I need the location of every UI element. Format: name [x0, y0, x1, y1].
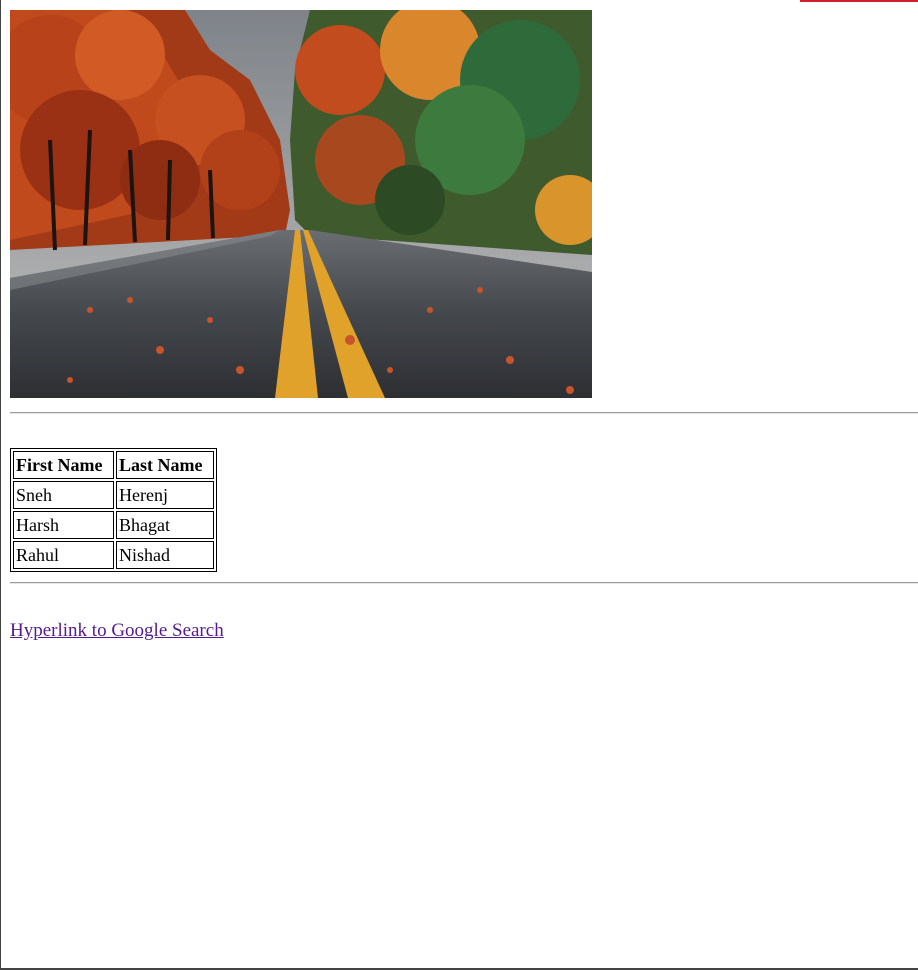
first-name-cell: Sneh	[13, 481, 114, 509]
google-search-link[interactable]: Hyperlink to Google Search	[10, 620, 224, 642]
window-left-border	[0, 0, 1, 970]
last-name-cell: Nishad	[116, 541, 214, 569]
table-header-row: First Name Last Name	[13, 451, 214, 479]
first-name-cell: Rahul	[13, 541, 114, 569]
divider-2	[10, 582, 918, 584]
names-table: First Name Last Name Sneh Herenj Harsh B…	[10, 448, 217, 572]
autumn-road-image	[10, 10, 592, 398]
column-header-first-name: First Name	[13, 451, 114, 479]
column-header-last-name: Last Name	[116, 451, 214, 479]
first-name-cell: Harsh	[13, 511, 114, 539]
table-row: Rahul Nishad	[13, 541, 214, 569]
window-top-accent	[800, 0, 918, 2]
last-name-cell: Herenj	[116, 481, 214, 509]
divider-1	[10, 412, 918, 414]
table-row: Sneh Herenj	[13, 481, 214, 509]
page-content: First Name Last Name Sneh Herenj Harsh B…	[10, 10, 918, 642]
last-name-cell: Bhagat	[116, 511, 214, 539]
table-row: Harsh Bhagat	[13, 511, 214, 539]
